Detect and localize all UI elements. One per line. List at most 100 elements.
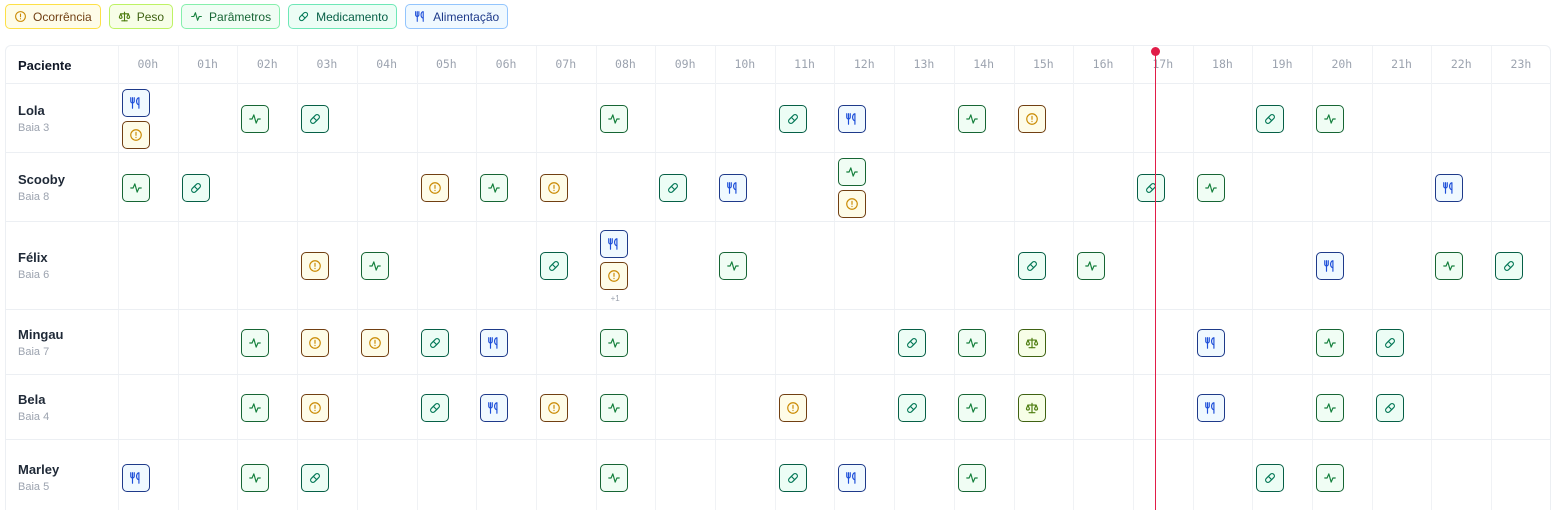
hour-label: 08h [615, 57, 636, 71]
more-events-count[interactable]: +1 [611, 294, 620, 303]
parameters-event[interactable] [480, 173, 509, 202]
utensils-icon [129, 96, 143, 110]
pill-icon [1383, 401, 1397, 415]
patient-name[interactable]: Félix [18, 250, 48, 265]
occurrence-event[interactable] [360, 328, 389, 357]
utensils-icon [607, 237, 621, 251]
activity-icon [965, 336, 979, 350]
hour-label: 12h [853, 57, 875, 71]
medication-event[interactable] [1017, 252, 1046, 280]
occurrence-event[interactable] [838, 189, 867, 218]
parameters-event[interactable] [1196, 173, 1225, 202]
feeding-event[interactable] [838, 104, 867, 133]
occurrence-event[interactable] [301, 328, 330, 357]
pill-icon [428, 401, 442, 415]
parameters-event[interactable] [957, 328, 986, 357]
parameters-event[interactable] [1435, 252, 1464, 280]
weight-event[interactable] [1017, 393, 1046, 422]
patient-name[interactable]: Bela [18, 392, 45, 407]
parameters-event[interactable] [1316, 393, 1344, 422]
medication-event[interactable] [1136, 173, 1165, 202]
occurrence-event[interactable] [301, 252, 330, 280]
parameters-event[interactable] [957, 104, 986, 133]
patient-name[interactable]: Scooby [18, 172, 65, 187]
occurrence-event[interactable] [122, 120, 150, 149]
legend-chip-par[interactable]: Parâmetros [181, 4, 281, 29]
medication-event[interactable] [1375, 393, 1404, 422]
medication-event[interactable] [778, 104, 807, 133]
medication-event[interactable] [301, 104, 330, 133]
parameters-event[interactable] [957, 393, 986, 422]
feeding-event[interactable] [1316, 252, 1344, 280]
feeding-event[interactable] [1435, 173, 1464, 202]
feeding-event[interactable] [719, 173, 747, 202]
feeding-event[interactable] [480, 393, 509, 422]
occurrence-event[interactable] [1017, 104, 1046, 133]
medication-event[interactable] [420, 328, 449, 357]
legend-chip-med[interactable]: Medicamento [288, 4, 398, 29]
parameters-event[interactable] [1077, 252, 1106, 280]
occurrence-event[interactable] [778, 393, 807, 422]
weight-event[interactable] [1017, 328, 1046, 357]
utensils-icon [1204, 401, 1218, 415]
parameters-event[interactable] [1316, 104, 1344, 133]
legend-chip-occ[interactable]: Ocorrência [5, 4, 101, 29]
parameters-event[interactable] [241, 328, 270, 357]
utensils-icon [1204, 336, 1218, 350]
legend-chip-peso[interactable]: Peso [108, 4, 174, 29]
legend-chip-ali[interactable]: Alimentação [405, 4, 509, 29]
medication-event[interactable] [898, 393, 927, 422]
medication-event[interactable] [1256, 464, 1285, 492]
feeding-event[interactable] [122, 88, 150, 117]
medication-event[interactable] [1495, 252, 1524, 280]
occurrence-event[interactable] [301, 393, 330, 422]
parameters-event[interactable] [599, 464, 628, 492]
medication-event[interactable] [1256, 104, 1285, 133]
pill-icon [428, 336, 442, 350]
feeding-event[interactable] [1196, 328, 1225, 357]
parameters-event[interactable] [122, 173, 150, 202]
activity-icon [965, 401, 979, 415]
feeding-event[interactable] [480, 328, 509, 357]
feeding-event[interactable] [122, 464, 150, 492]
patient-column-header: Paciente [18, 58, 72, 73]
medication-event[interactable] [420, 393, 449, 422]
parameters-event[interactable] [241, 393, 270, 422]
medication-event[interactable] [1375, 328, 1404, 357]
parameters-event[interactable] [1316, 464, 1344, 492]
pill-icon [905, 336, 919, 350]
alert-circle-icon [428, 181, 442, 195]
scale-icon [1025, 401, 1039, 415]
medication-event[interactable] [778, 464, 807, 492]
patient-name[interactable]: Marley [18, 462, 59, 477]
parameters-event[interactable] [241, 464, 270, 492]
feeding-event[interactable] [838, 464, 867, 492]
activity-icon [726, 259, 740, 273]
parameters-event[interactable] [1316, 328, 1344, 357]
occurrence-event[interactable] [599, 262, 628, 290]
feeding-event[interactable] [599, 230, 628, 258]
parameters-event[interactable] [599, 104, 628, 133]
patient-name[interactable]: Lola [18, 103, 45, 118]
occurrence-event[interactable] [539, 173, 568, 202]
parameters-event[interactable] [838, 157, 867, 186]
parameters-event[interactable] [719, 252, 747, 280]
patient-name[interactable]: Mingau [18, 327, 64, 342]
feeding-event[interactable] [1196, 393, 1225, 422]
medication-event[interactable] [301, 464, 330, 492]
occurrence-event[interactable] [420, 173, 449, 202]
occurrence-event[interactable] [539, 393, 568, 422]
pill-icon [786, 112, 800, 126]
parameters-event[interactable] [957, 464, 986, 492]
parameters-event[interactable] [360, 252, 389, 280]
medication-event[interactable] [181, 173, 210, 202]
medication-event[interactable] [659, 173, 688, 202]
pill-icon [189, 181, 203, 195]
pill-icon [786, 471, 800, 485]
hour-label: 03h [316, 57, 338, 71]
parameters-event[interactable] [599, 328, 628, 357]
parameters-event[interactable] [599, 393, 628, 422]
parameters-event[interactable] [241, 104, 270, 133]
medication-event[interactable] [539, 252, 568, 280]
medication-event[interactable] [898, 328, 927, 357]
